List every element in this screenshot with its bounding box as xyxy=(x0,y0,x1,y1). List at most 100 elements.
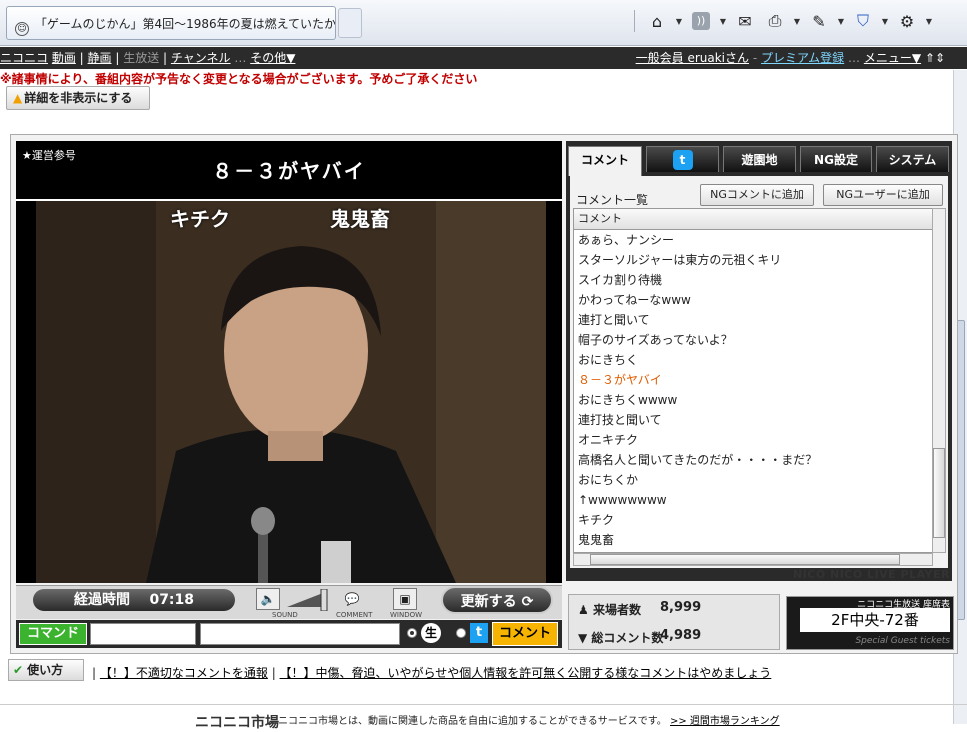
print-dropdown-icon[interactable]: ▼ xyxy=(793,9,801,33)
triangle-icon: ▲ xyxy=(13,91,23,105)
comment-row[interactable]: 鬼鬼畜 xyxy=(574,530,932,550)
live-icon: 生 xyxy=(421,623,441,643)
feeds-dropdown-icon[interactable]: ▼ xyxy=(719,9,727,33)
hide-detail-label: 詳細を非表示にする xyxy=(24,91,133,105)
comment-input[interactable] xyxy=(200,623,400,645)
notice-text: ※諸事情により、番組内容が予告なく変更となる場合がございます。予めご了承ください xyxy=(0,72,478,86)
live-radio[interactable] xyxy=(407,628,417,638)
safety-dropdown-icon[interactable]: ▼ xyxy=(881,9,889,33)
tools-dropdown-icon[interactable]: ▼ xyxy=(925,9,933,33)
tab-ng-settings[interactable]: NG設定 xyxy=(800,146,872,172)
command-button[interactable]: コマンド xyxy=(19,623,87,645)
refresh-label: 更新する xyxy=(460,594,517,610)
visitors-label: ♟ 来場者数 xyxy=(578,601,641,618)
tab-comment[interactable]: コメント xyxy=(568,146,642,176)
comment-row[interactable]: ↑wwwwwwww xyxy=(574,490,932,510)
new-tab-button[interactable] xyxy=(338,8,362,38)
nav-channel[interactable]: チャンネル xyxy=(171,51,231,65)
comment-vscroll-thumb[interactable] xyxy=(933,448,945,538)
add-ng-comment-button[interactable]: NGコメントに追加 xyxy=(700,184,814,206)
refresh-button[interactable]: 更新する ⟳ xyxy=(441,586,553,614)
tools-icon[interactable]: ⚙ xyxy=(895,9,919,33)
browser-tab[interactable]: ☺ 「ゲームのじかん」第4回～1986年の夏は燃えていたか... xyxy=(6,6,336,40)
add-ng-user-button[interactable]: NGユーザーに追加 xyxy=(823,184,943,206)
mail-icon[interactable]: ✉ xyxy=(733,9,757,33)
window-icon[interactable]: ▣ xyxy=(393,588,417,610)
comment-row[interactable]: あぁら、ナンシー xyxy=(574,230,932,250)
tab-title: 「ゲームのじかん」第4回～1986年の夏は燃えていたか... xyxy=(34,17,336,31)
comment-list-title: コメント一覧 xyxy=(576,193,649,207)
page-icon[interactable]: ✎ xyxy=(807,9,831,33)
nav-live[interactable]: 生放送 xyxy=(123,51,159,65)
window-label: WINDOW xyxy=(390,611,423,619)
comment-row[interactable]: おにきちく xyxy=(574,350,932,370)
tab-twitter[interactable]: t xyxy=(646,146,719,172)
ichiba-ranking-link[interactable]: >> 週間市場ランキング xyxy=(670,716,780,727)
comment-row[interactable]: おにきちくwwww xyxy=(574,390,932,410)
comment-row[interactable]: 連打と聞いて xyxy=(574,310,932,330)
total-comments-label-text: 総コメント数 xyxy=(591,631,664,645)
comment-row[interactable]: スターソルジャーは東方の元祖くキリ xyxy=(574,250,932,270)
caption-left: キチク xyxy=(170,207,230,231)
home-dropdown-icon[interactable]: ▼ xyxy=(675,9,683,33)
elapsed-time: 経過時間 07:18 xyxy=(33,589,235,611)
comment-row[interactable]: 高橋名人と聞いてきたのだが・・・・まだ？ xyxy=(574,450,932,470)
comment-toggle-icon[interactable]: 💬 xyxy=(340,588,364,610)
comment-hscroll-thumb[interactable] xyxy=(590,554,900,565)
hide-detail-button[interactable]: ▲ 詳細を非表示にする xyxy=(6,86,150,110)
nav-niconico[interactable]: ニコニコ xyxy=(0,51,48,65)
page-dropdown-icon[interactable]: ▼ xyxy=(837,9,845,33)
presenter-figure xyxy=(36,201,546,583)
check-icon: ✔ xyxy=(13,663,24,677)
browser-chrome: ☺ 「ゲームのじかん」第4回～1986年の夏は燃えていたか... ⌂ ▼ )) … xyxy=(0,0,967,46)
comment-row[interactable]: 連打技と聞いて xyxy=(574,410,932,430)
twitter-icon: t xyxy=(470,623,488,643)
elapsed-label: 経過時間 xyxy=(73,592,130,608)
comment-row[interactable]: 帽子のサイズあってないよ？ xyxy=(574,330,932,350)
home-icon[interactable]: ⌂ xyxy=(645,9,669,33)
print-icon[interactable]: ⎙ xyxy=(763,9,787,33)
nav-dots: … xyxy=(234,51,247,65)
comment-column-header[interactable]: コメント xyxy=(574,209,932,230)
premium-link[interactable]: プレミアム登録 xyxy=(761,51,844,65)
howto-button[interactable]: ✔ 使い方 xyxy=(8,659,84,681)
seat-number: 2F中央-72番 xyxy=(800,608,950,632)
report-link[interactable]: 【！】不適切なコメントを通報 xyxy=(100,666,268,680)
feeds-icon[interactable]: )) xyxy=(689,9,713,33)
ichiba-description: ニコニコ市場とは、動画に関連した商品を自由に追加することができるサービスです。 … xyxy=(278,712,780,727)
rule-link[interactable]: 【！】中傷、脅迫、いやがらせや個人情報を許可無く公開する様なコメントはやめましょ… xyxy=(280,666,772,680)
nav-douga[interactable]: 動画 xyxy=(52,51,76,65)
comment-row[interactable]: ８－３がヤバイ xyxy=(574,370,932,390)
safety-icon[interactable]: ⛉ xyxy=(851,9,875,33)
player-brand: NICO NICO LIVE PLAYER xyxy=(792,568,950,581)
nav-seiga[interactable]: 静画 xyxy=(88,51,112,65)
visitors-label-text: 来場者数 xyxy=(592,603,641,617)
total-comments-label: ▼ 総コメント数 xyxy=(578,629,663,646)
comment-label: COMMENT xyxy=(336,611,373,619)
sound-label: SOUND xyxy=(272,611,298,619)
visitors-icon: ♟ xyxy=(578,603,589,617)
comment-row[interactable]: かわってねーなwww xyxy=(574,290,932,310)
browser-toolbar: ⌂ ▼ )) ▼ ✉ ⎙ ▼ ✎ ▼ ⛉ ▼ ⚙ ▼ xyxy=(630,6,933,36)
comment-row[interactable]: オニキチク xyxy=(574,430,932,450)
volume-slider[interactable] xyxy=(285,588,331,612)
command-input[interactable] xyxy=(90,623,196,645)
twitter-radio[interactable] xyxy=(456,628,466,638)
comment-row[interactable]: おにちくか xyxy=(574,470,932,490)
menu-link[interactable]: メニュー▼ xyxy=(864,51,921,65)
comment-row[interactable]: スイカ割り待機 xyxy=(574,270,932,290)
comment-row[interactable]: キチク xyxy=(574,510,932,530)
nico-favicon-icon: ☺ xyxy=(15,22,29,36)
twitter-tab-icon: t xyxy=(672,150,693,170)
comment-submit-button[interactable]: コメント xyxy=(492,622,558,646)
member-link[interactable]: 一般会員 eruakiさん xyxy=(636,51,749,65)
video-image[interactable] xyxy=(36,201,546,583)
seat-subtitle: Special Guest tickets xyxy=(855,636,950,646)
tab-system[interactable]: システム xyxy=(876,146,949,172)
pin-icon[interactable]: ⇑⇕ xyxy=(925,51,945,65)
telop-bar: ★運営参号 ８－３がヤバイ xyxy=(16,141,562,195)
nav-others[interactable]: その他▼ xyxy=(250,51,295,65)
visitors-value: 8,999 xyxy=(660,600,702,615)
tab-amusement[interactable]: 遊園地 xyxy=(723,146,796,172)
speaker-icon[interactable]: 🔈 xyxy=(256,588,280,610)
